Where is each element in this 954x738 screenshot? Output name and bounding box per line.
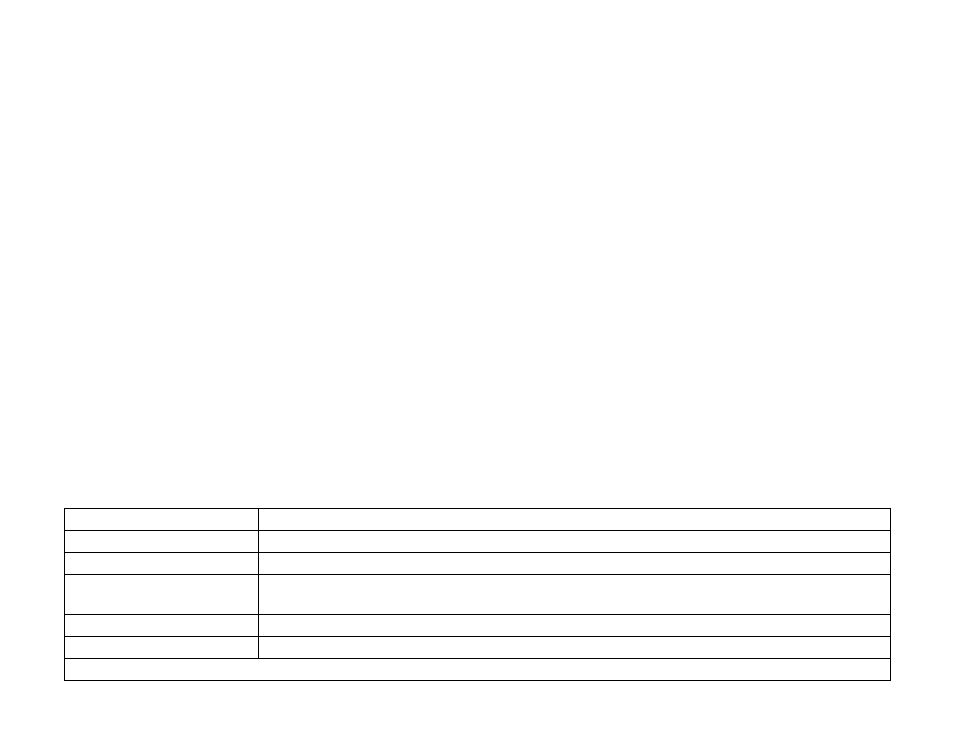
data-table: [64, 508, 891, 681]
table-row: [65, 575, 891, 615]
table-cell: [65, 575, 259, 615]
table-row: [65, 531, 891, 553]
table-cell: [65, 637, 259, 659]
table-cell: [259, 637, 891, 659]
table-row: [65, 553, 891, 575]
data-table-wrap: [64, 508, 890, 681]
table-row: [65, 637, 891, 659]
table-cell: [259, 575, 891, 615]
document-page: [0, 0, 954, 738]
table-cell: [65, 615, 259, 637]
table-cell: [259, 615, 891, 637]
table-cell: [259, 509, 891, 531]
table-row: [65, 615, 891, 637]
table-cell: [65, 509, 259, 531]
table-cell: [259, 531, 891, 553]
table-cell: [65, 531, 259, 553]
table-footer-row: [65, 659, 891, 681]
table-cell: [259, 553, 891, 575]
table-row: [65, 509, 891, 531]
table-cell-span: [65, 659, 891, 681]
table-cell: [65, 553, 259, 575]
